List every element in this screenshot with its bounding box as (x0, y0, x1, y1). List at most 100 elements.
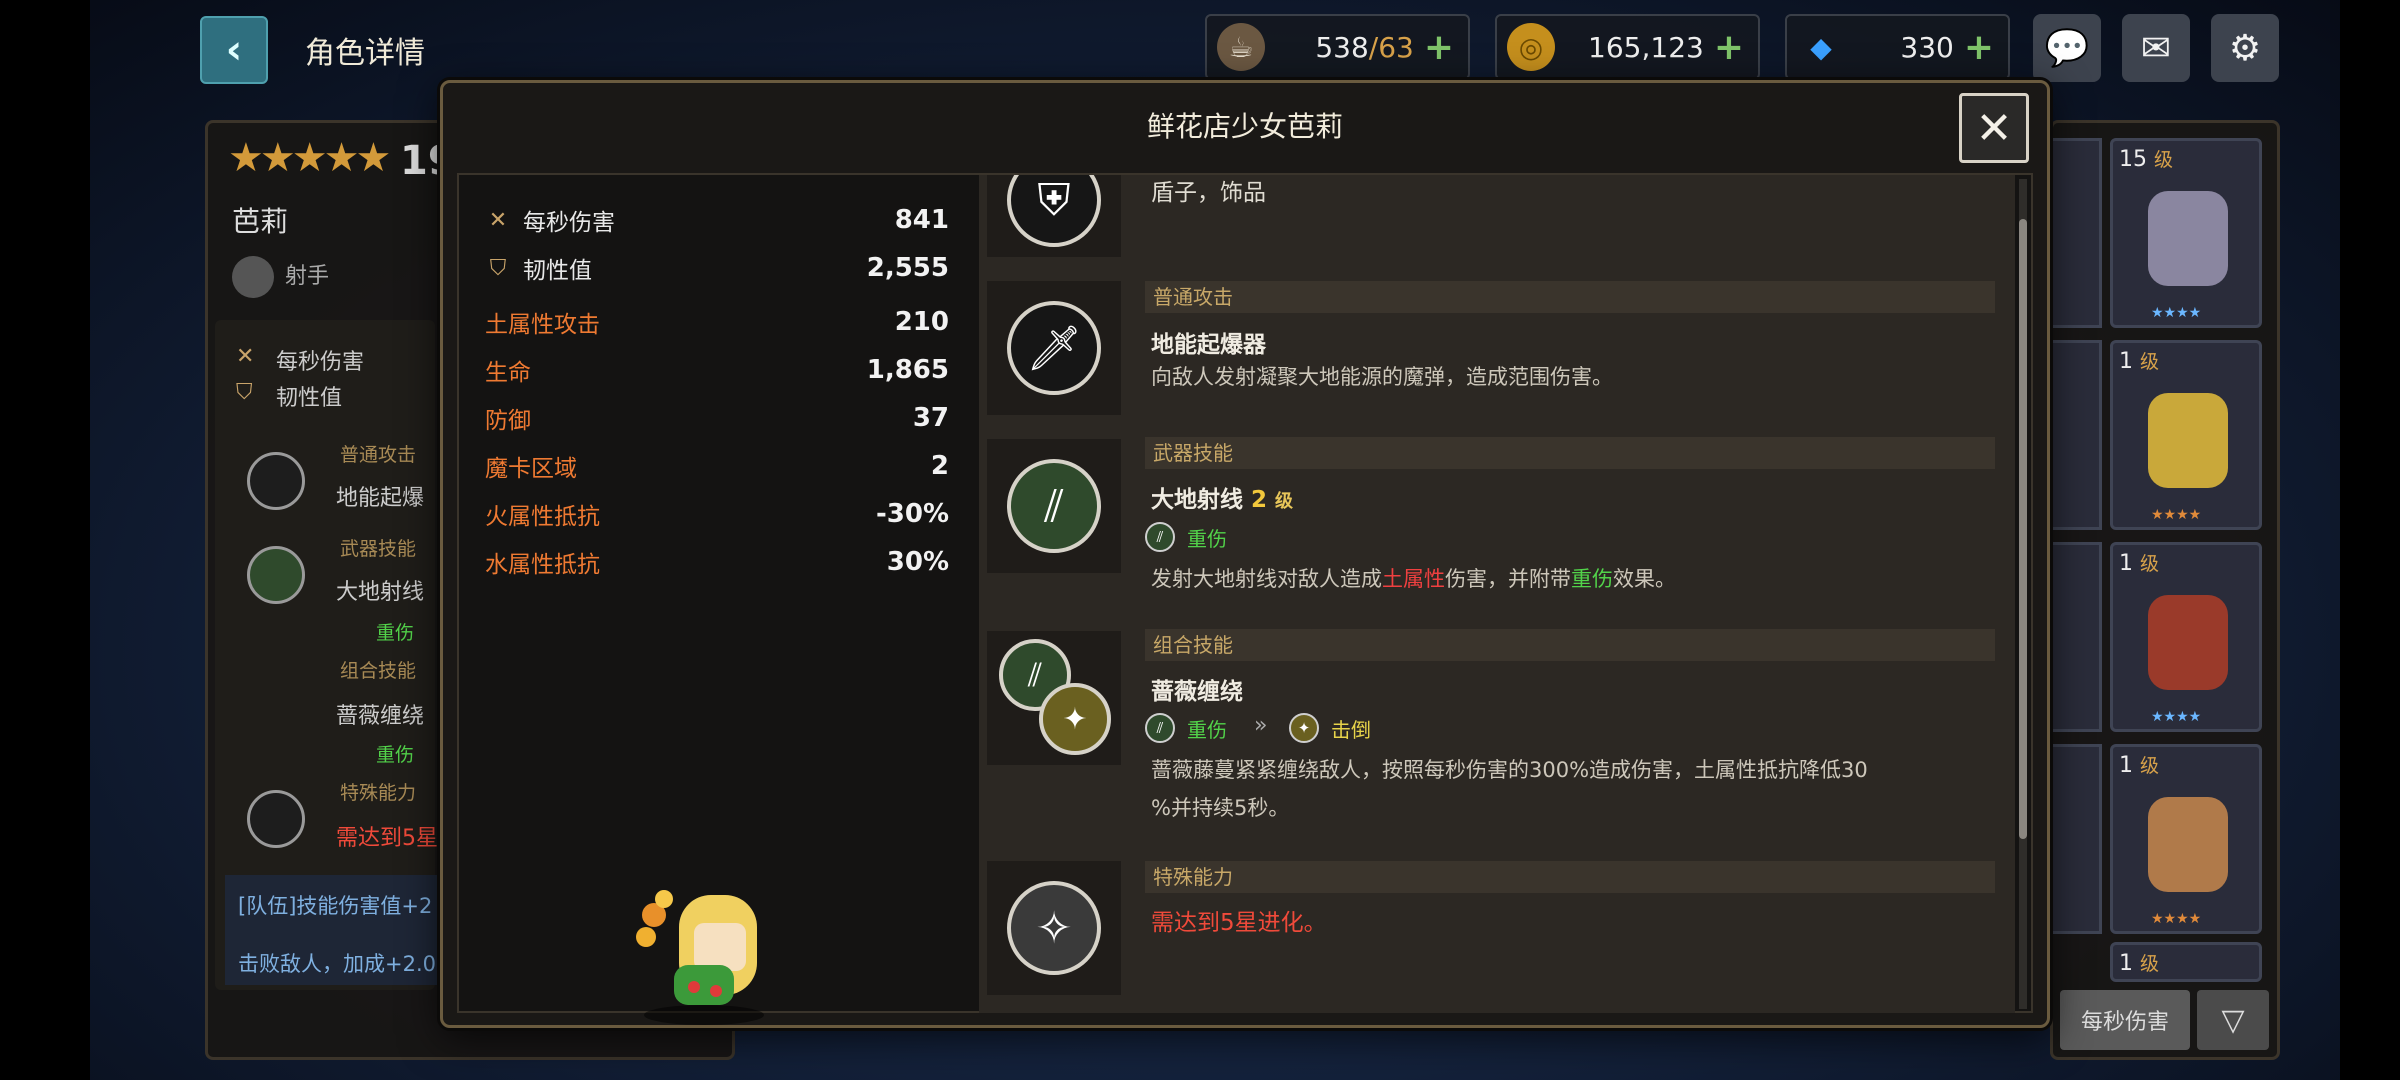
card-stars: ★★★★ (2151, 911, 2202, 927)
diamond-icon: ◆ (1810, 30, 1832, 64)
equipment-tile: ⛨ (987, 175, 1121, 257)
stamina-max: /63 (1368, 30, 1414, 64)
gem-amount: 330 (1900, 30, 1954, 64)
mail-icon: ✉ (2140, 27, 2172, 69)
stat-row-dps: ✕ 每秒伤害 841 (459, 200, 949, 240)
character-sprite (2148, 191, 2228, 286)
desc-text: 效果。 (1613, 567, 1676, 591)
card-level-unit: 级 (2140, 553, 2160, 575)
card-level-unit: 级 (2140, 755, 2160, 777)
letterbox-left (0, 0, 90, 1080)
skill-tile: 🗡 (987, 281, 1121, 415)
stat-row: 水属性抵抗 30% (459, 542, 949, 582)
settings-button[interactable]: ⚙ (2211, 14, 2279, 82)
bg-skill-tag: 重伤 (376, 744, 415, 766)
card-level: 1 (2119, 551, 2133, 576)
skill-name: 蔷薇缠绕 (1151, 679, 1243, 705)
claw-slash-icon: ⫽ (1145, 713, 1175, 743)
stat-value: 2,555 (866, 253, 949, 283)
knockdown-icon: ✦ (1039, 683, 1111, 755)
bg-skill-name: 蔷薇缠绕 (336, 704, 425, 729)
claw-slash-icon: ⫽ (1007, 459, 1101, 553)
gem-resource[interactable]: ◆ 330 + (1785, 14, 2010, 80)
stamina-resource[interactable]: ☕ 538/63 + (1205, 14, 1470, 80)
roster-card-partial[interactable] (2050, 340, 2102, 530)
effect-tag-heavy-wound[interactable]: ⫽ 重伤 (1145, 522, 1227, 552)
character-info-modal: 鲜花店少女芭莉 ✕ ✕ 每秒伤害 841 ⛉ 韧性值 2,555 土属性攻击 2… (440, 80, 2050, 1028)
claw-slash-icon: ⫽ (1145, 522, 1175, 552)
stat-row: 防御 37 (459, 398, 949, 438)
card-stars: ★★★★ (2151, 305, 2202, 321)
tag-label: 重伤 (1187, 526, 1227, 551)
double-chevron-right-icon: » (1254, 713, 1268, 738)
close-button[interactable]: ✕ (1959, 93, 2029, 163)
swords-icon: ✕ (236, 344, 255, 369)
scrollbar-thumb[interactable] (2019, 219, 2027, 839)
stat-label: 每秒伤害 (523, 210, 615, 236)
skill-name-text: 大地射线 (1151, 487, 1243, 513)
shield-sword-icon: ⛨ (1007, 175, 1101, 247)
effect-tag-heavy-wound[interactable]: ⫽ 重伤 (1145, 713, 1227, 743)
stat-label: 土属性攻击 (485, 312, 600, 338)
team-bonus-line: [队伍]技能伤害值+2 (238, 894, 433, 918)
skill-tile: ⫽ ✦ (987, 631, 1121, 765)
character-sprite (2148, 393, 2228, 488)
stat-value: 2 (930, 451, 949, 481)
stat-label: 韧性值 (523, 258, 592, 284)
bg-skill-tag: 重伤 (376, 622, 415, 644)
character-name: 芭莉 (232, 205, 289, 238)
stat-value: -30% (875, 499, 949, 529)
roster-card-partial[interactable] (2050, 744, 2102, 934)
skill-description: 发射大地射线对敌人造成土属性伤害，并附带重伤效果。 (1151, 560, 1981, 598)
skill-requirement: 需达到5星进化。 (1151, 910, 1327, 936)
stat-value: 37 (912, 403, 949, 433)
skills-scrollbar[interactable] (2019, 179, 2027, 1009)
gold-resource[interactable]: ◎ 165,123 + (1495, 14, 1760, 80)
bg-skill-category: 特殊能力 (340, 782, 417, 804)
desc-highlight-earth: 土属性 (1382, 567, 1445, 591)
stat-label: 火属性抵抗 (485, 504, 600, 530)
letterbox-right (2340, 0, 2400, 1080)
stat-value: 30% (886, 547, 949, 577)
card-level: 15 (2119, 147, 2147, 172)
roster-card[interactable]: 1 级 ★★★★ (2110, 744, 2262, 934)
back-button[interactable]: ‹ (200, 16, 268, 84)
card-level-unit: 级 (2140, 953, 2160, 975)
shield-icon: ⛉ (236, 380, 253, 405)
skill-name: 地能起爆器 (1151, 332, 1266, 358)
add-gold-button[interactable]: + (1714, 27, 1744, 68)
stat-row: 生命 1,865 (459, 350, 949, 390)
bg-skill-category: 普通攻击 (340, 444, 417, 466)
card-level: 1 (2119, 349, 2133, 374)
effect-tag-knockdown[interactable]: ✦ 击倒 (1289, 713, 1371, 743)
bg-skill-name: 地能起爆 (336, 486, 425, 511)
roster-card[interactable]: 1 级 ★★★★ (2110, 542, 2262, 732)
roster-card[interactable]: 1 级 ★★★★ (2110, 340, 2262, 530)
stat-row: 火属性抵抗 -30% (459, 494, 949, 534)
stamina-current: 538 (1315, 30, 1369, 64)
add-stamina-button[interactable]: + (1424, 27, 1454, 68)
roster-card-partial[interactable] (2050, 542, 2102, 732)
skill-category: 普通攻击 (1145, 281, 1995, 313)
sort-button[interactable]: 每秒伤害 (2060, 990, 2190, 1050)
roster-card-partial[interactable] (2050, 138, 2102, 328)
stat-label: 水属性抵抗 (485, 552, 600, 578)
tag-label: 重伤 (1187, 717, 1227, 742)
skill-level: 2 (1251, 487, 1268, 513)
filter-button[interactable]: ▽ (2197, 990, 2269, 1050)
skill-category: 组合技能 (1145, 629, 1995, 661)
sparkle-skill-icon (247, 790, 305, 848)
add-gems-button[interactable]: + (1964, 27, 1994, 68)
character-sprite (636, 890, 764, 1025)
chevron-left-icon: ‹ (225, 27, 243, 73)
roster-card[interactable]: 1 级 (2110, 942, 2262, 982)
sword-skill-icon (247, 452, 305, 510)
card-level: 1 (2119, 753, 2133, 778)
gear-icon: ⚙ (2228, 27, 2262, 69)
skills-scroll-area[interactable]: ⛨ 盾子，饰品 🗡 普通攻击 地能起爆器 向敌人发射凝聚大地能源的魔弹，造成范围… (979, 175, 2015, 1013)
stat-row-toughness: ⛉ 韧性值 2,555 (459, 248, 949, 288)
chat-button[interactable]: 💬 (2033, 14, 2101, 82)
mail-button[interactable]: ✉ (2122, 14, 2190, 82)
roster-card[interactable]: 15 级 ★★★★ (2110, 138, 2262, 328)
card-level: 1 (2119, 951, 2133, 976)
